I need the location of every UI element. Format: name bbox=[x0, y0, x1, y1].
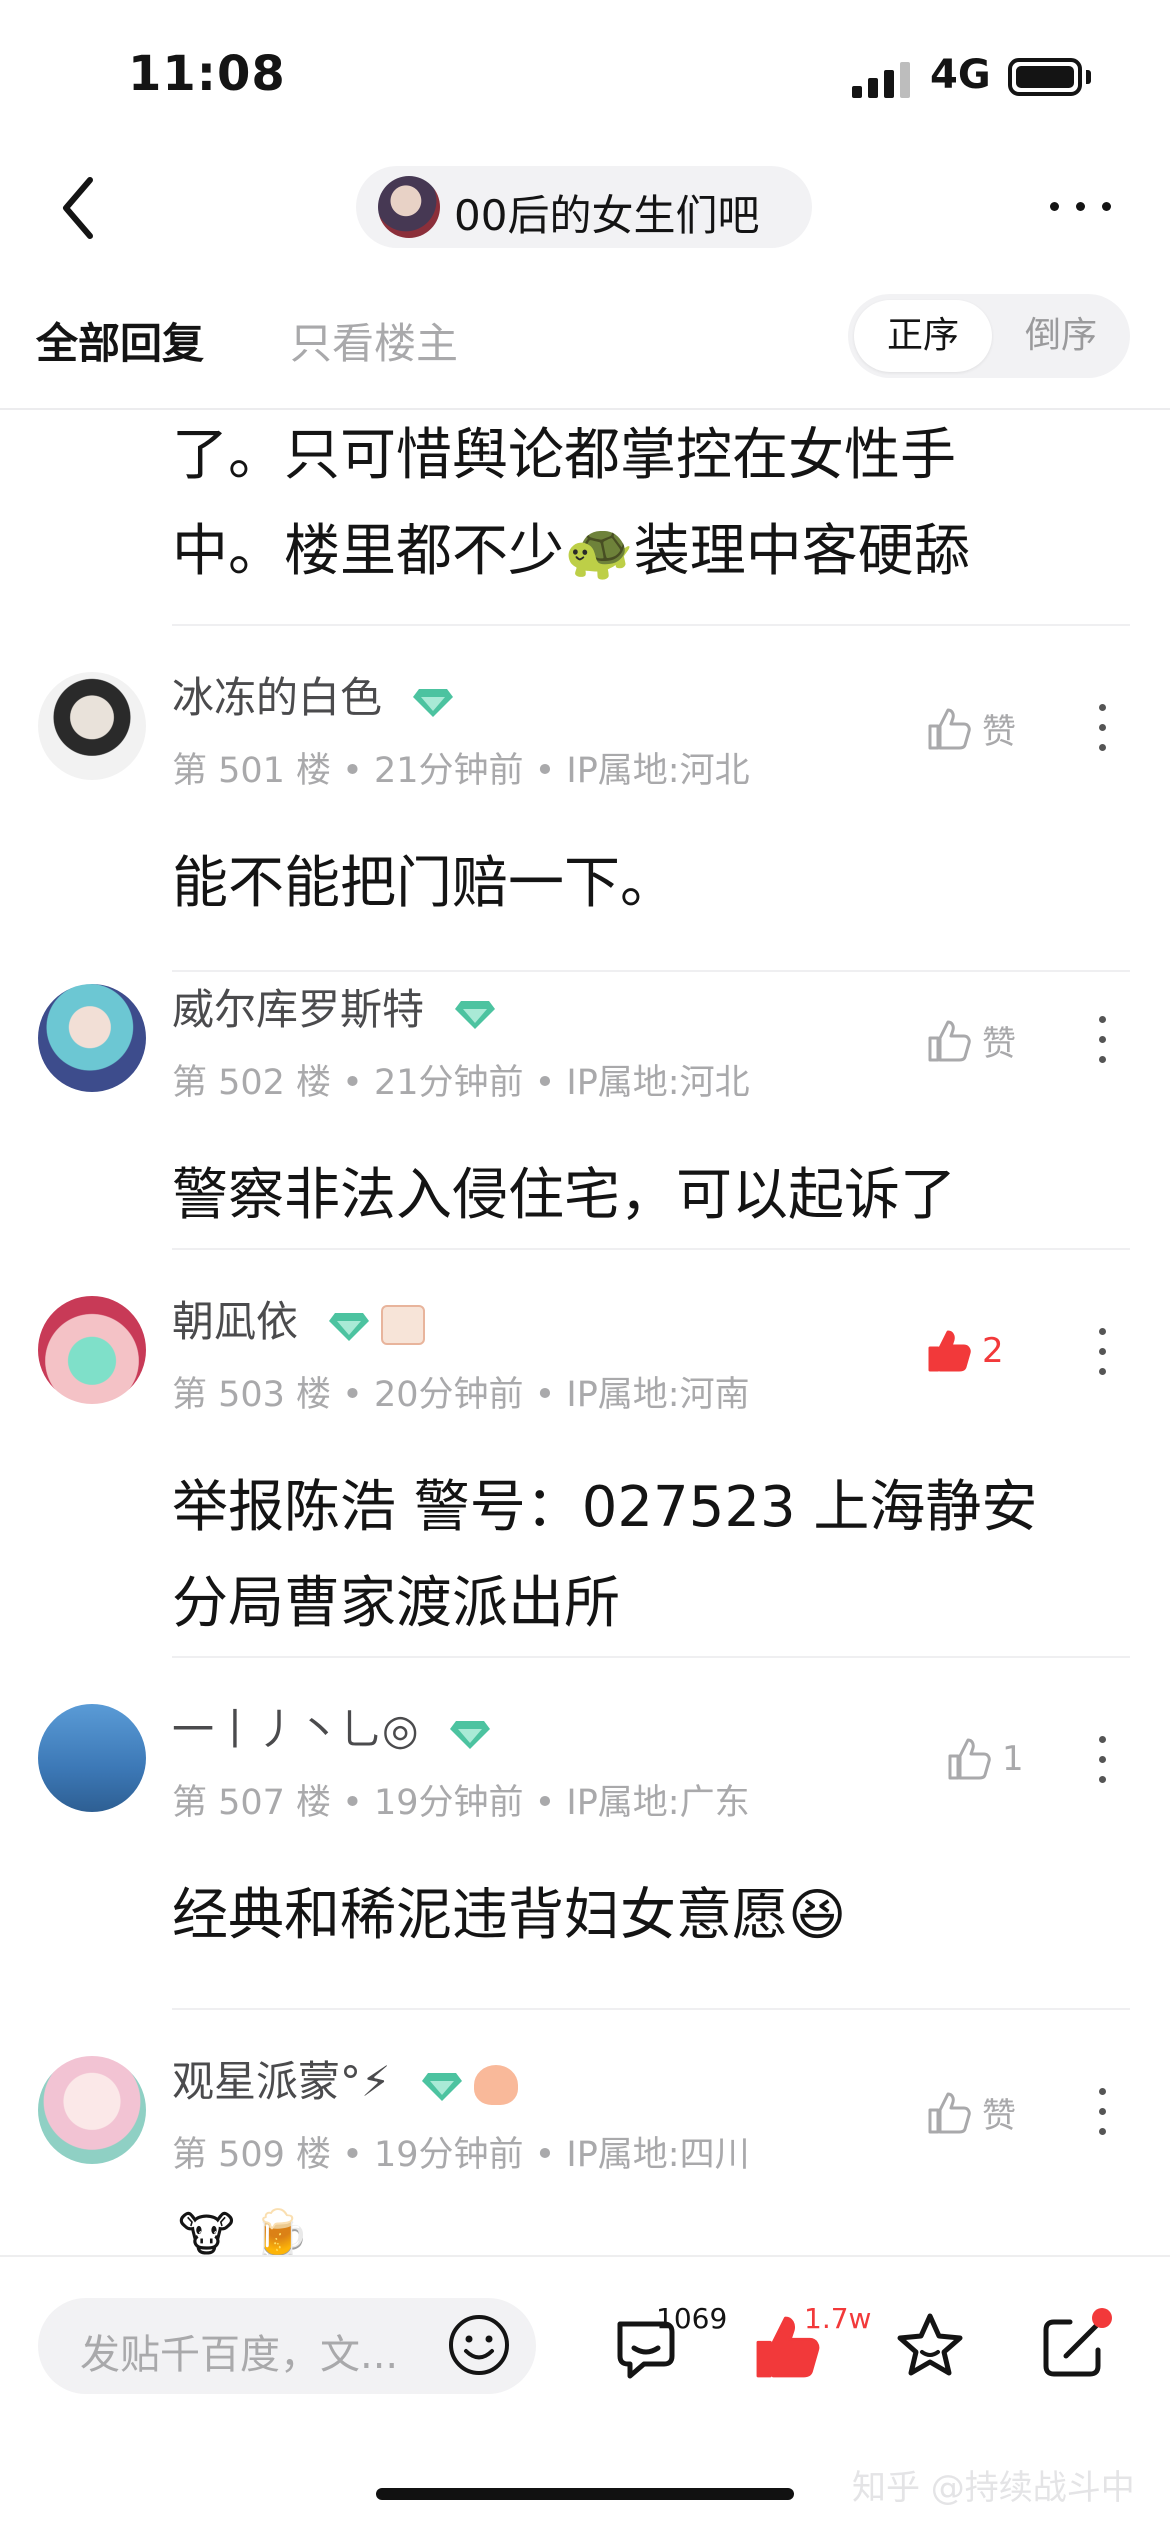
post-body-line: 警察非法入侵住宅，可以起诉了 bbox=[172, 1163, 956, 1228]
kebab-icon[interactable] bbox=[1096, 2084, 1108, 2140]
kebab-icon[interactable] bbox=[1096, 1732, 1108, 1788]
like-button[interactable]: 赞 bbox=[926, 704, 1016, 760]
more-icon[interactable] bbox=[1040, 190, 1120, 220]
post-meta: 第 507 楼 • 19分钟前 • IP属地:广东 bbox=[172, 1783, 750, 1823]
avatar[interactable] bbox=[38, 672, 146, 780]
battery-icon bbox=[1008, 58, 1082, 96]
battery-cap bbox=[1086, 70, 1091, 84]
kebab-icon[interactable] bbox=[1096, 700, 1108, 756]
divider bbox=[172, 624, 1130, 626]
divider bbox=[172, 970, 1130, 972]
achievement-badge-icon bbox=[381, 1304, 426, 1345]
username[interactable]: 威尔库罗斯特 bbox=[172, 976, 496, 1037]
like-count: 赞 bbox=[982, 712, 1016, 752]
signal-icon bbox=[852, 58, 912, 98]
post-body-line: 经典和稀泥违背妇女意愿😆 bbox=[172, 1883, 847, 1948]
like-count: 2 bbox=[982, 1331, 1004, 1371]
post-body-line: 举报陈浩 警号：027523 上海静安 bbox=[172, 1475, 1038, 1540]
kebab-icon[interactable] bbox=[1096, 1012, 1108, 1068]
back-button[interactable] bbox=[52, 168, 112, 248]
reply-feed: 了。只可惜舆论都掌控在女性手 中。楼里都不少🐢装理中客硬舔 冰冻的白色 第 50… bbox=[0, 410, 1170, 2255]
like-count: 赞 bbox=[982, 1024, 1016, 1064]
compose-input[interactable]: 发贴千百度，文... bbox=[38, 2298, 536, 2394]
thumb-up-icon bbox=[928, 1020, 971, 1061]
diamond-badge-icon bbox=[455, 1000, 496, 1029]
order-desc-button[interactable]: 倒序 bbox=[998, 300, 1124, 372]
forum-avatar bbox=[378, 176, 440, 238]
post-meta: 第 502 楼 • 21分钟前 • IP属地:河北 bbox=[172, 1063, 750, 1103]
post-meta: 第 503 楼 • 20分钟前 • IP属地:河南 bbox=[172, 1375, 750, 1415]
tab-all-replies[interactable]: 全部回复 bbox=[36, 310, 204, 371]
post-body-line: 了。只可惜舆论都掌控在女性手 bbox=[172, 423, 956, 488]
post-body-line: 分局曹家渡派出所 bbox=[172, 1571, 620, 1636]
divider bbox=[172, 1656, 1130, 1658]
favorite-button[interactable] bbox=[890, 2306, 970, 2386]
like-count: 1.7w bbox=[804, 2302, 872, 2335]
status-time: 11:08 bbox=[128, 46, 286, 102]
share-button[interactable] bbox=[1034, 2306, 1114, 2386]
divider bbox=[172, 1248, 1130, 1250]
thumb-up-icon bbox=[928, 2092, 971, 2133]
post-body-line: 中。楼里都不少🐢装理中客硬舔 bbox=[172, 519, 970, 584]
like-button[interactable]: 赞 bbox=[926, 1016, 1016, 1072]
like-button[interactable]: 1 bbox=[946, 1736, 1024, 1792]
post-body-line: 能不能把门赔一下。 bbox=[172, 851, 676, 916]
thumb-up-icon bbox=[928, 1330, 971, 1372]
username[interactable]: 观星派蒙°⚡ bbox=[172, 2048, 518, 2109]
tab-op-only[interactable]: 只看楼主 bbox=[290, 310, 458, 371]
network-type: 4G bbox=[930, 52, 991, 98]
post-meta: 第 501 楼 • 21分钟前 • IP属地:河北 bbox=[172, 751, 750, 791]
forum-name: 00后的女生们吧 bbox=[454, 191, 760, 240]
post-meta: 第 509 楼 • 19分钟前 • IP属地:四川 bbox=[172, 2135, 750, 2175]
compose-placeholder: 发贴千百度，文... bbox=[80, 2332, 399, 2378]
avatar[interactable] bbox=[38, 2056, 146, 2164]
username[interactable]: 朝凪依 bbox=[172, 1288, 426, 1349]
post-body-line: 🐮 🍺 bbox=[178, 2207, 310, 2255]
lung-badge-icon bbox=[473, 2064, 518, 2105]
forum-title-pill[interactable]: 00后的女生们吧 bbox=[356, 166, 812, 248]
diamond-badge-icon bbox=[413, 688, 454, 717]
share-icon bbox=[1043, 2308, 1112, 2377]
like-count: 1 bbox=[1002, 1739, 1024, 1779]
thumb-up-icon bbox=[948, 1738, 991, 1780]
divider bbox=[172, 2008, 1130, 2010]
username[interactable]: 冰冻的白色 bbox=[172, 664, 454, 725]
order-asc-button[interactable]: 正序 bbox=[854, 300, 992, 372]
like-count: 赞 bbox=[982, 2096, 1016, 2136]
comment-count: 1069 bbox=[656, 2302, 728, 2335]
watermark: 知乎 @持续战斗中 bbox=[852, 2468, 1135, 2508]
thumb-up-icon bbox=[928, 708, 971, 749]
avatar[interactable] bbox=[38, 1296, 146, 1404]
divider bbox=[0, 2255, 1170, 2257]
emoji-icon[interactable] bbox=[446, 2312, 512, 2378]
avatar[interactable] bbox=[38, 1704, 146, 1812]
avatar[interactable] bbox=[38, 984, 146, 1092]
home-indicator[interactable] bbox=[376, 2488, 794, 2500]
diamond-badge-icon bbox=[421, 2072, 462, 2101]
diamond-badge-icon bbox=[450, 1720, 491, 1749]
like-button[interactable]: 2 bbox=[926, 1328, 1004, 1384]
back-icon bbox=[63, 177, 93, 239]
star-icon bbox=[897, 2313, 963, 2376]
username[interactable]: 一丨丿丶乚◎ bbox=[172, 1696, 491, 1757]
sort-order-toggle: 正序 倒序 bbox=[848, 294, 1130, 378]
diamond-badge-icon bbox=[329, 1312, 370, 1341]
like-button[interactable]: 赞 bbox=[926, 2088, 1016, 2144]
kebab-icon[interactable] bbox=[1096, 1324, 1108, 1380]
